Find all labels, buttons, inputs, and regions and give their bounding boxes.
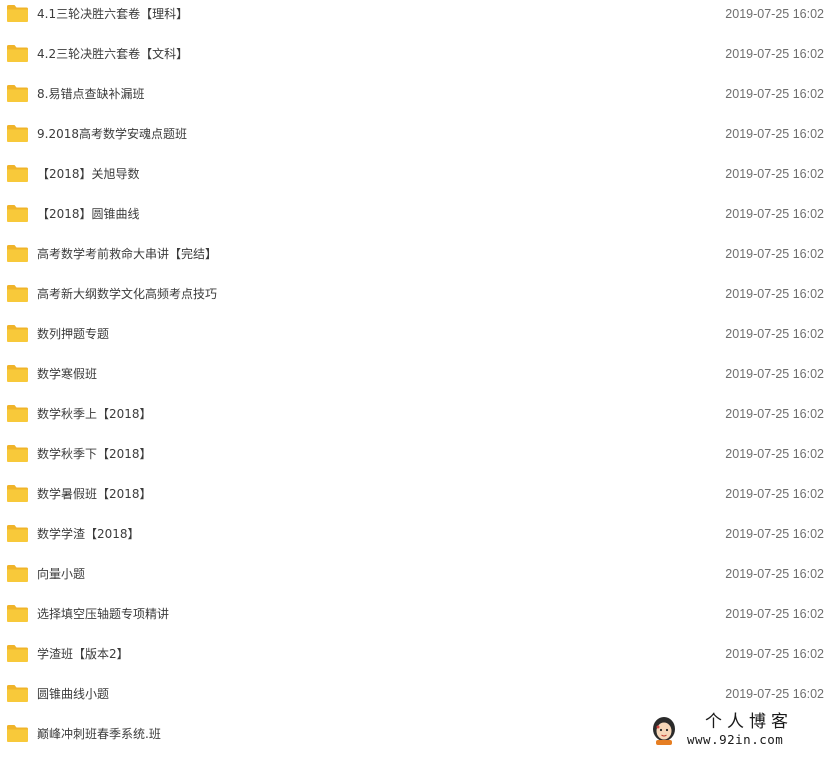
watermark-title: 个人博客 xyxy=(705,712,793,732)
folder-row[interactable]: 8.易错点查缺补漏班 2019-07-25 16:02 xyxy=(0,80,839,120)
folder-name[interactable]: 4.2三轮决胜六套卷【文科】 xyxy=(37,45,188,63)
folder-name[interactable]: 高考新大纲数学文化高频考点技巧 xyxy=(37,285,217,303)
folder-icon xyxy=(7,445,28,462)
folder-icon xyxy=(7,5,28,22)
folder-name[interactable]: 向量小题 xyxy=(37,565,85,583)
folder-row[interactable]: 学渣班【版本2】 2019-07-25 16:02 xyxy=(0,640,839,680)
folder-icon xyxy=(7,565,28,582)
folder-row[interactable]: 数学学渣【2018】 2019-07-25 16:02 xyxy=(0,520,839,560)
watermark-url: www.92in.com xyxy=(687,732,784,747)
folder-name[interactable]: 数学寒假班 xyxy=(37,365,97,383)
folder-icon xyxy=(7,205,28,222)
folder-icon xyxy=(7,45,28,62)
folder-modified-date: 2019-07-25 16:02 xyxy=(725,647,824,661)
folder-modified-date: 2019-07-25 16:02 xyxy=(725,567,824,581)
folder-row[interactable]: 高考新大纲数学文化高频考点技巧 2019-07-25 16:02 xyxy=(0,280,839,320)
file-list: 4.1三轮决胜六套卷【理科】 2019-07-25 16:02 4.2三轮决胜六套卷… xyxy=(0,0,839,760)
folder-row[interactable]: 向量小题 2019-07-25 16:02 xyxy=(0,560,839,600)
folder-name[interactable]: 数学秋季下【2018】 xyxy=(37,445,152,463)
folder-row[interactable]: 4.2三轮决胜六套卷【文科】 2019-07-25 16:02 xyxy=(0,40,839,80)
folder-name[interactable]: 选择填空压轴题专项精讲 xyxy=(37,605,169,623)
folder-modified-date: 2019-07-25 16:02 xyxy=(725,7,824,21)
folder-modified-date: 2019-07-25 16:02 xyxy=(725,367,824,381)
folder-name[interactable]: 数学学渣【2018】 xyxy=(37,525,140,543)
folder-modified-date: 2019-07-25 16:02 xyxy=(725,87,824,101)
folder-modified-date: 2019-07-25 16:02 xyxy=(725,447,824,461)
folder-name[interactable]: 【2018】圆锥曲线 xyxy=(37,205,140,223)
folder-modified-date: 2019-07-25 16:02 xyxy=(725,287,824,301)
folder-modified-date: 2019-07-25 16:02 xyxy=(725,127,824,141)
folder-icon xyxy=(7,685,28,702)
folder-icon xyxy=(7,485,28,502)
folder-modified-date: 2019-07-25 16:02 xyxy=(725,407,824,421)
folder-icon xyxy=(7,325,28,342)
folder-modified-date: 2019-07-25 16:02 xyxy=(725,167,824,181)
folder-row[interactable]: 数学秋季上【2018】 2019-07-25 16:02 xyxy=(0,400,839,440)
folder-name[interactable]: 数学暑假班【2018】 xyxy=(37,485,152,503)
folder-icon xyxy=(7,645,28,662)
folder-row[interactable]: 数学秋季下【2018】 2019-07-25 16:02 xyxy=(0,440,839,480)
folder-name[interactable]: 圆锥曲线小题 xyxy=(37,685,109,703)
folder-name[interactable]: 学渣班【版本2】 xyxy=(37,645,129,663)
folder-row[interactable]: 【2018】关旭导数 2019-07-25 16:02 xyxy=(0,160,839,200)
avatar-icon xyxy=(653,717,675,745)
folder-modified-date: 2019-07-25 16:02 xyxy=(725,527,824,541)
folder-icon xyxy=(7,405,28,422)
folder-icon xyxy=(7,525,28,542)
folder-name[interactable]: 【2018】关旭导数 xyxy=(37,165,140,183)
folder-name[interactable]: 4.1三轮决胜六套卷【理科】 xyxy=(37,5,188,23)
folder-name[interactable]: 高考数学考前救命大串讲【完结】 xyxy=(37,245,217,263)
folder-row[interactable]: 选择填空压轴题专项精讲 2019-07-25 16:02 xyxy=(0,600,839,640)
folder-icon xyxy=(7,245,28,262)
folder-name[interactable]: 9.2018高考数学安魂点题班 xyxy=(37,125,187,143)
folder-icon xyxy=(7,725,28,742)
folder-row[interactable]: 数学寒假班 2019-07-25 16:02 xyxy=(0,360,839,400)
folder-name[interactable]: 巅峰冲刺班春季系统.班 xyxy=(37,725,161,743)
folder-row[interactable]: 数列押题专题 2019-07-25 16:02 xyxy=(0,320,839,360)
folder-row[interactable]: 【2018】圆锥曲线 2019-07-25 16:02 xyxy=(0,200,839,240)
folder-name[interactable]: 数学秋季上【2018】 xyxy=(37,405,152,423)
folder-row[interactable]: 4.1三轮决胜六套卷【理科】 2019-07-25 16:02 xyxy=(0,0,839,40)
folder-name[interactable]: 数列押题专题 xyxy=(37,325,109,343)
folder-name[interactable]: 8.易错点查缺补漏班 xyxy=(37,85,144,103)
folder-icon xyxy=(7,85,28,102)
folder-modified-date: 2019-07-25 16:02 xyxy=(725,207,824,221)
folder-modified-date: 2019-07-25 16:02 xyxy=(725,247,824,261)
folder-icon xyxy=(7,165,28,182)
folder-icon xyxy=(7,605,28,622)
folder-row[interactable]: 数学暑假班【2018】 2019-07-25 16:02 xyxy=(0,480,839,520)
folder-icon xyxy=(7,125,28,142)
folder-icon xyxy=(7,365,28,382)
folder-modified-date: 2019-07-25 16:02 xyxy=(725,687,824,701)
folder-icon xyxy=(7,285,28,302)
folder-modified-date: 2019-07-25 16:02 xyxy=(725,607,824,621)
folder-row[interactable]: 9.2018高考数学安魂点题班 2019-07-25 16:02 xyxy=(0,120,839,160)
watermark: 个人博客 www.92in.com xyxy=(645,712,835,750)
folder-modified-date: 2019-07-25 16:02 xyxy=(725,47,824,61)
folder-row[interactable]: 高考数学考前救命大串讲【完结】 2019-07-25 16:02 xyxy=(0,240,839,280)
folder-modified-date: 2019-07-25 16:02 xyxy=(725,327,824,341)
folder-modified-date: 2019-07-25 16:02 xyxy=(725,487,824,501)
